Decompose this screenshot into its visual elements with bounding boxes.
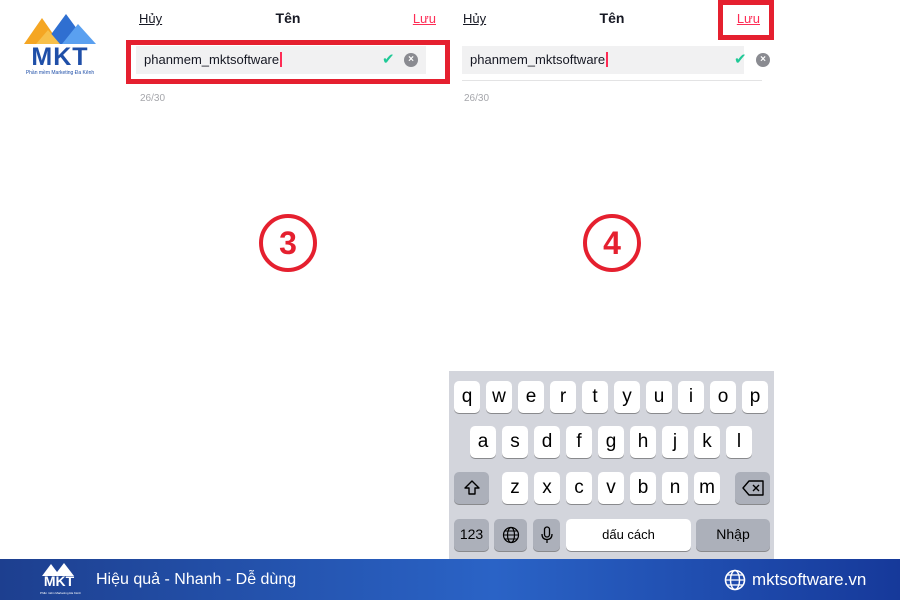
globe-key[interactable] [494,519,527,551]
key-x[interactable]: x [534,472,560,504]
key-l[interactable]: l [726,426,752,458]
key-w[interactable]: w [486,381,512,413]
name-input[interactable]: phanmem_mktsoftware ✔ × [462,46,770,74]
step-number-badge: 3 [259,214,317,272]
key-f[interactable]: f [566,426,592,458]
microphone-icon [540,526,553,543]
logo-tagline: Phần mềm Marketing Đa Kênh [25,70,95,76]
key-e[interactable]: e [518,381,544,413]
mkt-logo: MKT Phần mềm Marketing Đa Kênh [22,10,98,80]
key-g[interactable]: g [598,426,624,458]
page-title: Tên [275,10,301,26]
globe-icon [724,569,746,591]
key-b[interactable]: b [630,472,656,504]
key-v[interactable]: v [598,472,624,504]
check-icon: ✔ [734,51,747,68]
footer-logo-text: MKT [43,573,75,589]
footer-logo: MKT Phần mềm Marketing Đa Kênh [40,561,82,598]
nav-bar: Hủy Tên Lưu [128,0,448,38]
website-link[interactable]: mktsoftware.vn [752,570,866,590]
numbers-key[interactable]: 123 [454,519,489,551]
shift-icon [463,480,480,495]
footer-logo-tagline: Phần mềm Marketing Đa Kênh [40,591,82,595]
return-key[interactable]: Nhập [696,519,770,551]
step-number-badge: 4 [583,214,641,272]
key-j[interactable]: j [662,426,688,458]
key-o[interactable]: o [710,381,736,413]
shift-key[interactable] [454,472,489,504]
logo-text: MKT [31,43,89,71]
key-t[interactable]: t [582,381,608,413]
key-s[interactable]: s [502,426,528,458]
key-q[interactable]: q [454,381,480,413]
key-i[interactable]: i [678,381,704,413]
key-n[interactable]: n [662,472,688,504]
key-z[interactable]: z [502,472,528,504]
key-d[interactable]: d [534,426,560,458]
key-h[interactable]: h [630,426,656,458]
key-k[interactable]: k [694,426,720,458]
slogan: Hiệu quả - Nhanh - Dễ dùng [96,571,297,588]
highlight-save-button [718,0,774,40]
onscreen-keyboard: q w e r t y u i o p a s d f g h j k l z … [449,371,774,559]
key-y[interactable]: y [614,381,640,413]
name-input-value: phanmem_mktsoftware [470,52,606,67]
character-counter: 26/30 [140,93,166,104]
backspace-icon [741,480,764,496]
key-u[interactable]: u [646,381,672,413]
text-caret [606,52,608,67]
key-c[interactable]: c [566,472,592,504]
footer-banner: MKT Phần mềm Marketing Đa Kênh Hiệu quả … [0,559,900,600]
field-divider [462,80,762,81]
key-r[interactable]: r [550,381,576,413]
backspace-key[interactable] [735,472,770,504]
space-key[interactable]: dấu cách [566,519,691,551]
key-a[interactable]: a [470,426,496,458]
character-counter: 26/30 [464,93,490,104]
key-m[interactable]: m [694,472,720,504]
globe-icon [502,526,519,544]
clear-icon[interactable]: × [756,53,770,67]
highlight-name-field [126,40,450,84]
key-p[interactable]: p [742,381,768,413]
microphone-key[interactable] [533,519,560,551]
save-button[interactable]: Lưu [413,11,436,26]
